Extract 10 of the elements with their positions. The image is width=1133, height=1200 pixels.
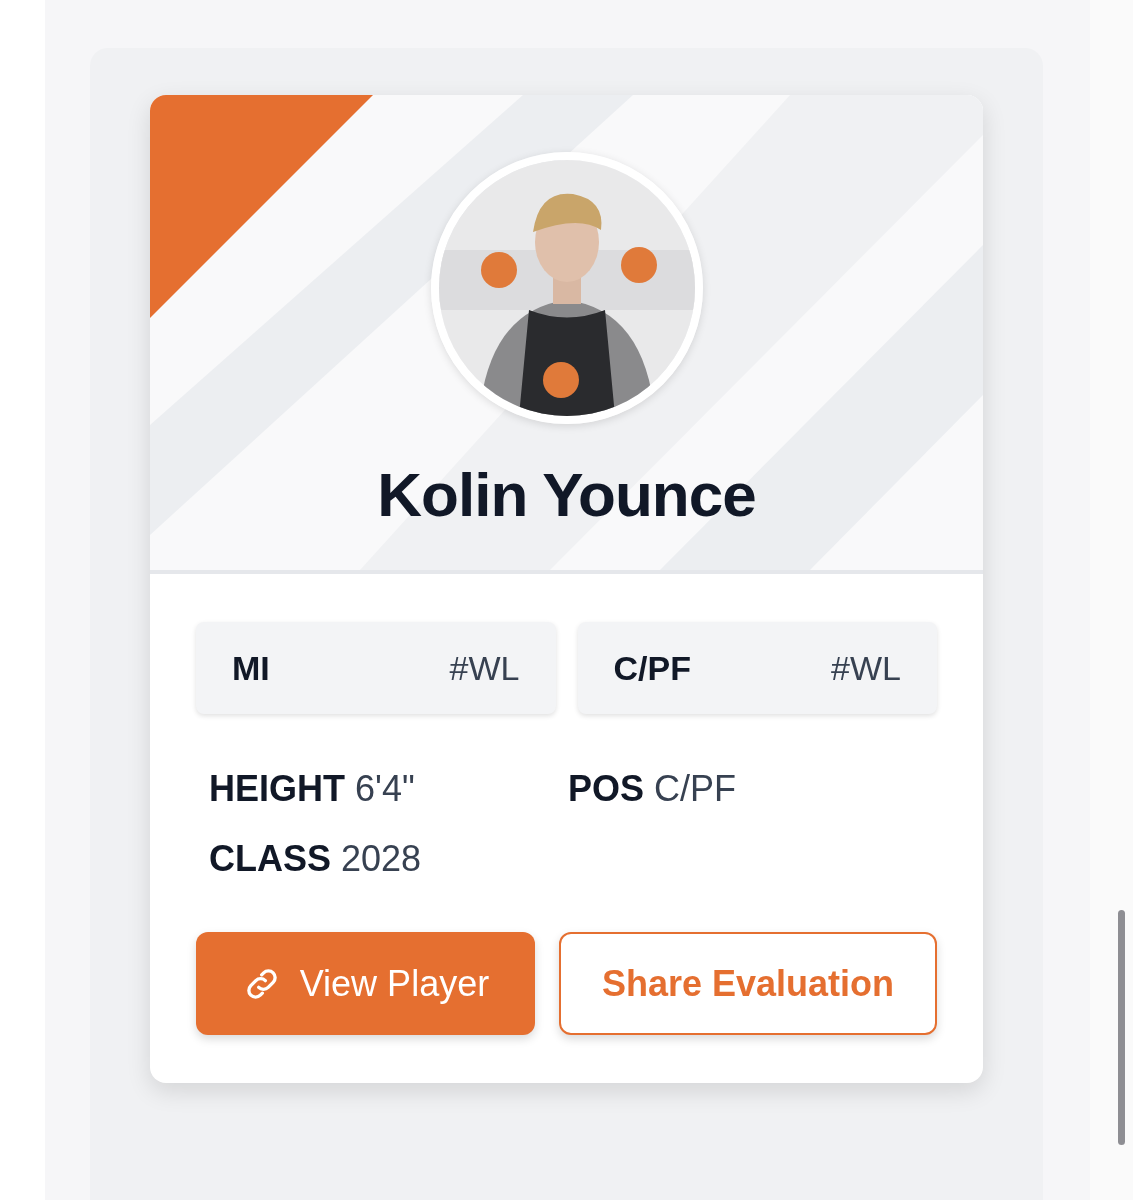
tag-rank: #WL: [449, 648, 520, 688]
stat-text: POS C/PF: [568, 768, 738, 810]
stat-text: HEIGHT 6'4": [209, 768, 416, 810]
view-player-button[interactable]: View Player: [196, 932, 535, 1035]
tag-rank: #WL: [831, 648, 901, 688]
stat-text: CLASS 2028: [209, 838, 423, 880]
tag-label: MI: [232, 648, 270, 688]
player-name: Kolin Younce: [377, 459, 756, 531]
share-button[interactable]: Share Evaluation: [558, 932, 937, 1035]
tag-label: C/PF: [613, 648, 691, 688]
